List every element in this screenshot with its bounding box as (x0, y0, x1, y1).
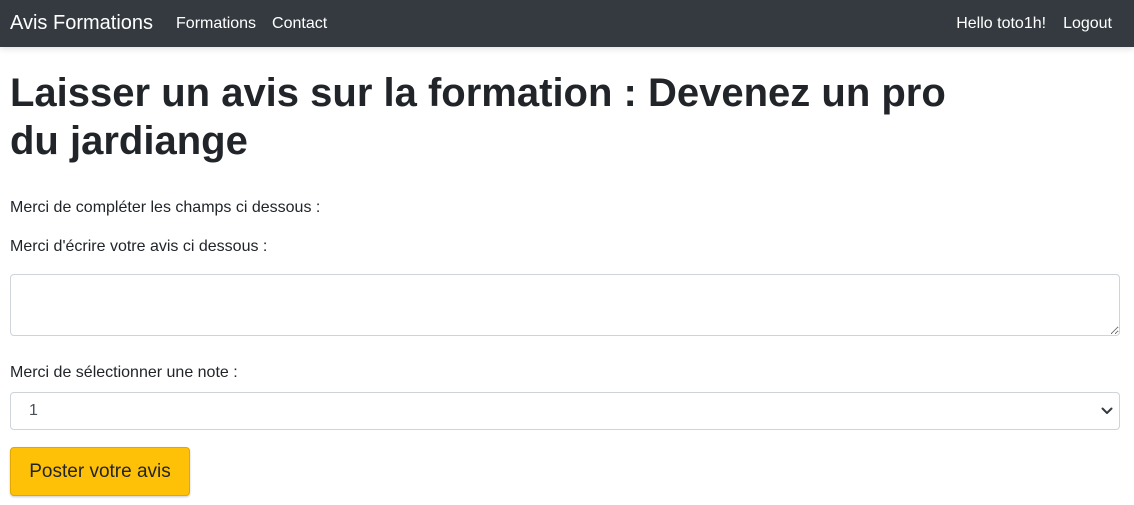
user-greeting: Hello toto1h! (956, 14, 1047, 32)
chevron-down-icon (1101, 406, 1113, 416)
intro-text: Merci de compléter les champs ci dessous… (10, 199, 321, 216)
nav-user-area: Hello toto1h! Logout (956, 15, 1124, 33)
brand-link[interactable]: Avis Formations (10, 12, 153, 35)
logout-link[interactable]: Logout (1063, 15, 1112, 33)
rating-select[interactable]: 1 (10, 392, 1120, 430)
nav-link-formations[interactable]: Formations (176, 15, 256, 33)
rating-selected-value: 1 (29, 402, 38, 419)
review-textarea[interactable] (10, 274, 1120, 336)
page-title: Laisser un avis sur la formation : Deven… (10, 71, 946, 163)
submit-review-button[interactable]: Poster votre avis (10, 447, 190, 496)
nav-link-contact[interactable]: Contact (272, 15, 327, 33)
main-content: Laisser un avis sur la formation : Deven… (0, 69, 1134, 496)
rating-label: Merci de sélectionner une note : (10, 364, 238, 381)
review-label: Merci d'écrire votre avis ci dessous : (10, 238, 268, 255)
top-navbar: Avis Formations Formations Contact Hello… (0, 0, 1134, 47)
